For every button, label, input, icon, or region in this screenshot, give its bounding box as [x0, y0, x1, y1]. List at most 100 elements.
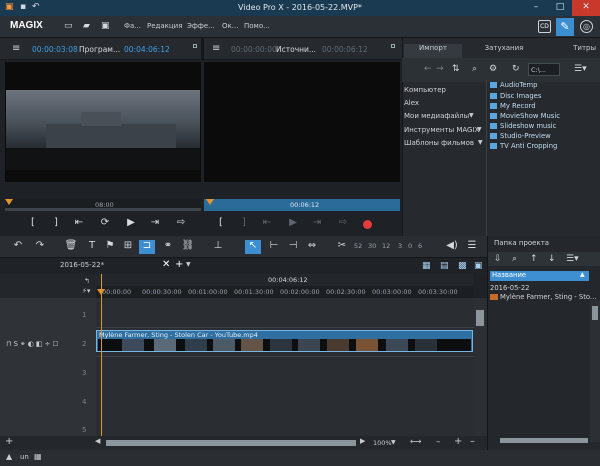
stretch-tool-icon[interactable]: ⇔	[304, 240, 320, 254]
chevron-down-icon[interactable]: ▼	[391, 439, 396, 446]
forward-arrow-icon[interactable]: →	[436, 64, 444, 74]
timeline-view-icon[interactable]: ▦	[422, 261, 431, 271]
zoom-minus-icon[interactable]: –	[436, 437, 441, 447]
tab-transitions[interactable]: Затухания	[464, 44, 544, 58]
link-icon[interactable]: ⚭	[160, 240, 176, 254]
source-next-button[interactable]: ⇥	[308, 217, 326, 228]
h-scroll-thumb[interactable]	[106, 440, 356, 446]
path-dropdown[interactable]: С:\...	[528, 63, 560, 76]
storyboard-view-icon[interactable]: ▤	[440, 261, 449, 271]
marker-flag-icon[interactable]: ⚑	[102, 240, 118, 254]
project-h-scroll-thumb[interactable]	[500, 438, 588, 443]
record-button[interactable]: ✎	[556, 18, 574, 36]
folder-item[interactable]: Slideshow music	[490, 122, 556, 130]
redo-icon[interactable]: ↷	[32, 240, 48, 254]
chevron-down-icon[interactable]: ▼	[477, 126, 482, 133]
folder-item[interactable]: Disc Images	[490, 92, 541, 100]
delete-icon[interactable]: 🗑	[63, 240, 79, 254]
sort-icon[interactable]: ⇅	[452, 64, 460, 74]
folder-item[interactable]: MovieShow Music	[490, 112, 560, 120]
menu-help[interactable]: Помо...	[244, 22, 270, 30]
project-item[interactable]: Mylène Farmer, Sting - Sto...	[500, 293, 596, 301]
arrow-down-icon[interactable]: ↓	[548, 254, 556, 264]
title-text-icon[interactable]: T	[84, 240, 100, 254]
fit-icon[interactable]: ⟷	[410, 437, 421, 446]
save-icon[interactable]: ▣	[101, 21, 110, 31]
monitor-b-expand-icon[interactable]	[391, 44, 395, 48]
source-insert-button[interactable]: ⇨	[334, 217, 352, 228]
timeline-tab[interactable]: 2016-05-22*	[60, 261, 104, 269]
export-disc-icon[interactable]: ◎	[580, 20, 593, 33]
cd-icon[interactable]: CD	[538, 20, 551, 33]
sliders-icon[interactable]: ☰	[464, 240, 480, 254]
insert-mode-icon[interactable]: ⊥	[210, 240, 226, 254]
tab-titles[interactable]: Титры	[546, 44, 600, 58]
refresh-icon[interactable]: ↻	[512, 64, 520, 74]
scroll-left-icon[interactable]: ◀	[95, 437, 100, 445]
project-folder[interactable]: 2016-05-22	[490, 284, 530, 292]
folder-item[interactable]: AudioTemp	[490, 81, 537, 89]
magnet-icon[interactable]: ⊐	[139, 240, 155, 254]
monitor-a-expand-icon[interactable]	[193, 44, 197, 48]
minimize-button[interactable]: –	[524, 0, 548, 16]
back-arrow-icon[interactable]: ←	[424, 64, 432, 74]
program-playhead-icon[interactable]	[5, 199, 13, 205]
next-marker-button[interactable]: ⇥	[146, 217, 164, 228]
pointer-tool-icon[interactable]: ↖	[245, 240, 261, 254]
set-out-button[interactable]: ]	[47, 217, 65, 228]
program-duration[interactable]: 00:04:06:12	[124, 45, 170, 54]
marker-icon[interactable]: ⚡▾	[82, 287, 90, 295]
maximize-button[interactable]: □	[548, 0, 572, 16]
tree-computer[interactable]: Компьютер	[404, 86, 446, 94]
scroll-thumb[interactable]	[476, 310, 484, 326]
play-button[interactable]: ▶	[122, 217, 140, 228]
grid-view-icon[interactable]: ▣	[474, 261, 483, 271]
chevron-down-icon[interactable]: ▼	[478, 139, 483, 146]
record-icon[interactable]	[363, 220, 372, 229]
program-timecode[interactable]: 00:00:03:08	[32, 45, 78, 54]
track-controls[interactable]: ⊓S⚭◐◧÷☐	[6, 340, 61, 348]
source-set-in-button[interactable]: [	[212, 217, 230, 228]
vertical-scrollbar[interactable]	[474, 298, 486, 436]
split-icon[interactable]: ⊞	[120, 240, 136, 254]
chevron-down-icon[interactable]: ▼	[186, 261, 191, 268]
search-icon[interactable]: ⌕	[472, 64, 477, 74]
source-prev-button[interactable]: ⇤	[258, 217, 276, 228]
scene-view-icon[interactable]: ▩	[458, 261, 467, 271]
list-icon[interactable]: ☰▾	[566, 254, 579, 264]
horizontal-scrollbar[interactable]: + ◀ ▶ 100% ▼ ⟷ – + –	[0, 436, 487, 450]
folder-item[interactable]: TV Anti Cropping	[490, 142, 557, 150]
program-scrub[interactable]	[5, 208, 201, 211]
source-duration[interactable]: 00:00:06:12	[322, 45, 368, 54]
tab-import[interactable]: Импорт	[404, 44, 462, 58]
gear-icon[interactable]: ⚙	[489, 64, 497, 74]
name-column-header[interactable]: Название	[490, 271, 580, 281]
settings-icon[interactable]: ▲	[6, 452, 12, 461]
snap-icon[interactable]: ↰	[84, 277, 90, 285]
close-button[interactable]: ✕	[572, 0, 600, 16]
volume-icon[interactable]: ◀)	[444, 240, 460, 254]
project-scrollbar[interactable]	[590, 300, 600, 442]
hamburger-icon[interactable]: ≡	[12, 43, 20, 54]
set-in-button[interactable]: [	[24, 217, 42, 228]
loop-button[interactable]: ⟳	[96, 217, 114, 228]
tree-magix-tools[interactable]: Инструменты MAGIX	[404, 126, 479, 134]
download-icon[interactable]: ⇩	[494, 254, 502, 264]
add-tab-icon[interactable]: +	[175, 259, 183, 270]
source-ruler[interactable]: 00:06:12	[204, 199, 400, 211]
timeline-ruler[interactable]: 00:04:06:12 00:00:00 00:00:30:00 00:01:0…	[96, 274, 473, 298]
search-icon[interactable]: ⌕	[512, 254, 517, 264]
close-tab-icon[interactable]: ✕	[162, 259, 170, 270]
menu-file[interactable]: Фа...	[124, 22, 141, 30]
insert-button[interactable]: ⇨	[172, 217, 190, 228]
arrow-up-icon[interactable]: ↑	[530, 254, 538, 264]
source-timecode[interactable]: 00:00:00:00	[231, 45, 277, 54]
grid-icon[interactable]: ▦	[34, 452, 42, 461]
scroll-right-icon[interactable]: ▶	[360, 437, 365, 445]
source-play-button[interactable]: ▶	[284, 217, 302, 228]
zoom-plus-icon[interactable]: +	[454, 436, 462, 447]
scissors-icon[interactable]: ✂	[334, 240, 350, 254]
scroll-thumb[interactable]	[592, 306, 598, 320]
chevron-down-icon[interactable]: ▼	[469, 112, 474, 119]
view-mode-icon[interactable]: ☰▾	[574, 64, 587, 74]
